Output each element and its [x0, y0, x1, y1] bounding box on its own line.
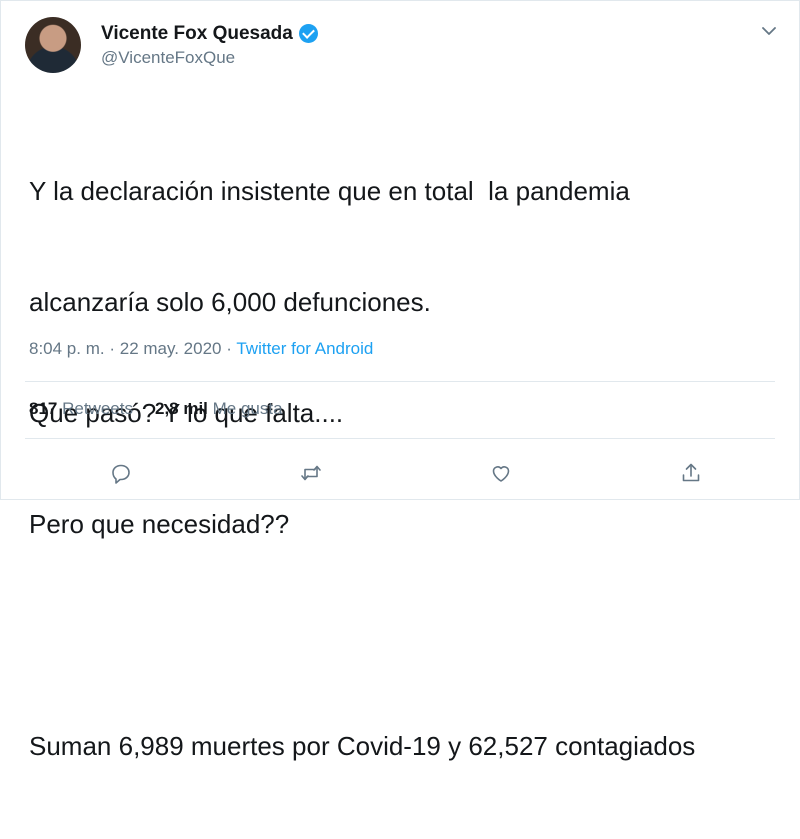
meta-separator: · — [226, 339, 232, 358]
reply-icon[interactable] — [101, 453, 141, 493]
tweet-meta: 8:04 p. m. · 22 may. 2020 · Twitter for … — [29, 339, 373, 359]
tweet-text-line: Suman 6,989 muertes por Covid-19 y 62,52… — [29, 731, 696, 761]
tweet-source-link[interactable]: Twitter for Android — [236, 339, 373, 358]
retweets-stat[interactable]: 817 Retweets — [29, 399, 133, 419]
tweet-time[interactable]: 8:04 p. m. — [29, 339, 105, 358]
tweet-card: Vicente Fox Quesada @VicenteFoxQue Y la … — [0, 0, 800, 761]
avatar[interactable] — [25, 17, 81, 73]
author-display-name-row[interactable]: Vicente Fox Quesada — [101, 23, 318, 45]
meta-separator: · — [109, 339, 116, 358]
chevron-down-icon[interactable] — [759, 21, 779, 41]
likes-label: Me gusta — [212, 399, 283, 418]
share-icon[interactable] — [671, 453, 711, 493]
tweet-text-line: alcanzaría solo 6,000 defunciones. — [29, 287, 431, 317]
heart-icon[interactable] — [481, 453, 521, 493]
retweet-icon[interactable] — [291, 453, 331, 493]
tweet-text-line — [29, 617, 769, 654]
retweets-count: 817 — [29, 399, 58, 418]
tweet-stats: 817 Retweets 2,8 mil Me gusta — [29, 399, 305, 419]
tweet-date[interactable]: 22 may. 2020 — [120, 339, 222, 358]
author-handle[interactable]: @VicenteFoxQue — [101, 48, 318, 68]
divider — [25, 381, 775, 382]
likes-stat[interactable]: 2,8 mil Me gusta — [155, 399, 283, 419]
tweet-actions — [1, 453, 800, 493]
verified-badge-icon — [298, 24, 318, 43]
tweet-text-line: Pero que necesidad?? — [29, 509, 290, 539]
divider — [25, 438, 775, 439]
retweets-label: Retweets — [62, 399, 133, 418]
author-display-name[interactable]: Vicente Fox Quesada — [101, 23, 293, 45]
likes-count: 2,8 mil — [154, 399, 208, 418]
author-names: Vicente Fox Quesada @VicenteFoxQue — [101, 23, 318, 68]
tweet-header: Vicente Fox Quesada @VicenteFoxQue — [25, 17, 318, 73]
tweet-text-line: Y la declaración insistente que en total… — [29, 176, 630, 206]
